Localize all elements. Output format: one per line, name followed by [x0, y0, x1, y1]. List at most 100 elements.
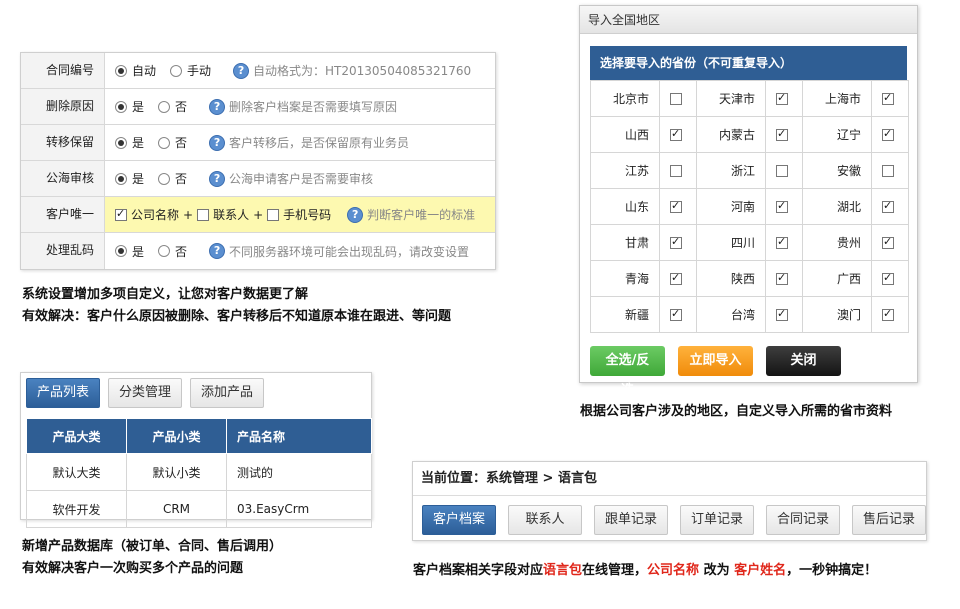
radio-yes[interactable]: 是 — [115, 170, 144, 187]
province-name: 甘肃 — [590, 224, 660, 261]
province-checkbox[interactable] — [776, 165, 788, 177]
province-checkbox[interactable] — [670, 127, 682, 141]
breadcrumb: 当前位置：系统管理 > 语言包 — [413, 462, 926, 496]
province-checkbox[interactable] — [776, 235, 788, 249]
table-cell: 测试的 — [226, 453, 372, 491]
province-checkbox[interactable] — [882, 91, 894, 105]
radio-no[interactable]: 否 — [158, 134, 187, 151]
province-checkbox[interactable] — [670, 165, 682, 177]
province-checkbox[interactable] — [670, 307, 682, 321]
province-checkbox[interactable] — [776, 91, 788, 105]
close-button[interactable]: 关闭 — [766, 346, 841, 376]
setting-row-customer-unique: 客户唯一 公司名称 + 联系人 + 手机号码 ? 判断客户唯一的标准 — [21, 197, 495, 233]
province-name: 安徽 — [802, 152, 872, 189]
province-name: 广西 — [802, 260, 872, 297]
table-cell: 默认小类 — [126, 453, 227, 491]
province-checkbox[interactable] — [776, 271, 788, 285]
setting-label: 删除原因 — [21, 89, 105, 124]
radio-selected-icon[interactable] — [115, 245, 127, 257]
tab-contacts[interactable]: 联系人 — [508, 505, 582, 535]
setting-row-transfer-keep: 转移保留 是 否 ? 客户转移后，是否保留原有业务员 — [21, 125, 495, 161]
setting-label: 合同编号 — [21, 53, 105, 88]
radio-icon[interactable] — [158, 100, 171, 113]
province-name: 新疆 — [590, 296, 660, 333]
province-checkbox[interactable] — [776, 127, 788, 141]
province-name: 湖北 — [802, 188, 872, 225]
radio-no[interactable]: 否 — [158, 170, 187, 187]
setting-row-contract-number: 合同编号 自动 手动 ? 自动格式为：HT20130504085321760 — [21, 53, 495, 89]
province-name: 陕西 — [696, 260, 766, 297]
tab-customer-archive[interactable]: 客户档案 — [422, 505, 496, 535]
tab-followup-records[interactable]: 跟单记录 — [594, 505, 668, 535]
dialog-title: 导入全国地区 — [580, 6, 917, 34]
product-table: 产品大类 产品小类 产品名称 默认大类 默认小类 测试的 软件开发 CRM 03… — [26, 418, 372, 528]
help-icon: ? — [233, 62, 250, 79]
province-checkbox[interactable] — [882, 271, 894, 285]
province-checkbox[interactable] — [670, 93, 682, 105]
setting-hint: 不同服务器环境可能会出现乱码，请改变设置 — [229, 244, 470, 259]
radio-selected-icon[interactable] — [115, 136, 127, 149]
radio-selected-icon[interactable] — [115, 100, 127, 113]
province-checkbox[interactable] — [776, 307, 788, 321]
tab-product-list[interactable]: 产品列表 — [26, 378, 101, 408]
radio-no[interactable]: 否 — [158, 243, 187, 260]
language-pack-panel: 当前位置：系统管理 > 语言包 客户档案 联系人 跟单记录 订单记录 合同记录 … — [412, 461, 927, 541]
province-row: 新疆台湾澳门 — [590, 296, 909, 333]
radio-yes[interactable]: 是 — [115, 243, 144, 260]
tab-aftersale-records[interactable]: 售后记录 — [852, 505, 926, 535]
province-row: 青海陕西广西 — [590, 260, 909, 297]
province-checkbox[interactable] — [670, 235, 682, 249]
radio-icon[interactable] — [158, 245, 171, 257]
radio-selected-icon[interactable] — [115, 64, 127, 77]
checkbox-contact[interactable] — [197, 208, 210, 221]
radio-icon[interactable] — [170, 64, 183, 77]
radio-icon[interactable] — [158, 136, 171, 149]
province-checkbox[interactable] — [776, 199, 788, 213]
caption-settings: 系统设置增加多项自定义，让您对客户数据更了解 有效解决：客户什么原因被删除、客户… — [22, 287, 452, 324]
province-checkbox[interactable] — [882, 165, 894, 177]
import-region-dialog: 导入全国地区 选择要导入的省份（不可重复导入） 北京市天津市上海市山西内蒙古辽宁… — [579, 5, 918, 398]
checkbox-company-name[interactable] — [115, 207, 127, 221]
table-row[interactable]: 软件开发 CRM 03.EasyCrm — [26, 490, 372, 528]
dialog-header: 选择要导入的省份（不可重复导入） — [590, 46, 907, 80]
import-now-button[interactable]: 立即导入 — [678, 346, 753, 376]
province-row: 北京市天津市上海市 — [590, 80, 909, 117]
tab-contract-records[interactable]: 合同记录 — [766, 505, 840, 535]
setting-label: 公海审核 — [21, 161, 105, 196]
province-checkbox[interactable] — [882, 127, 894, 141]
select-all-button[interactable]: 全选/反选 — [590, 346, 665, 398]
table-cell: 03.EasyCrm — [226, 490, 372, 528]
province-name: 台湾 — [696, 296, 766, 333]
radio-yes[interactable]: 是 — [115, 134, 144, 151]
checkbox-mobile[interactable] — [267, 208, 280, 221]
province-name: 贵州 — [802, 224, 872, 261]
province-name: 山东 — [590, 188, 660, 225]
setting-label: 处理乱码 — [21, 233, 105, 269]
radio-icon[interactable] — [158, 172, 171, 185]
province-checkbox[interactable] — [882, 235, 894, 249]
table-row[interactable]: 默认大类 默认小类 测试的 — [26, 453, 372, 491]
province-name: 山西 — [590, 116, 660, 153]
radio-auto[interactable]: 自动 — [115, 62, 156, 79]
radio-yes[interactable]: 是 — [115, 98, 144, 115]
province-name: 内蒙古 — [696, 116, 766, 153]
caption-products: 新增产品数据库（被订单、合同、售后调用） 有效解决客户一次购买多个产品的问题 — [22, 539, 283, 576]
tab-category-manage[interactable]: 分类管理 — [108, 378, 183, 408]
radio-no[interactable]: 否 — [158, 98, 187, 115]
province-checkbox[interactable] — [670, 199, 682, 213]
province-checkbox[interactable] — [670, 271, 682, 285]
setting-row-garbled: 处理乱码 是 否 ? 不同服务器环境可能会出现乱码，请改变设置 — [21, 233, 495, 269]
setting-label: 转移保留 — [21, 125, 105, 160]
tab-order-records[interactable]: 订单记录 — [680, 505, 754, 535]
province-checkbox[interactable] — [882, 307, 894, 321]
province-checkbox[interactable] — [882, 199, 894, 213]
province-row: 甘肃四川贵州 — [590, 224, 909, 261]
table-cell: CRM — [126, 490, 227, 528]
help-icon: ? — [209, 134, 226, 151]
province-name: 浙江 — [696, 152, 766, 189]
radio-manual[interactable]: 手动 — [170, 62, 211, 79]
product-panel: 产品列表 分类管理 添加产品 产品大类 产品小类 产品名称 默认大类 默认小类 … — [20, 372, 372, 528]
tab-add-product[interactable]: 添加产品 — [190, 378, 265, 408]
province-name: 江苏 — [590, 152, 660, 189]
radio-selected-icon[interactable] — [115, 172, 127, 185]
